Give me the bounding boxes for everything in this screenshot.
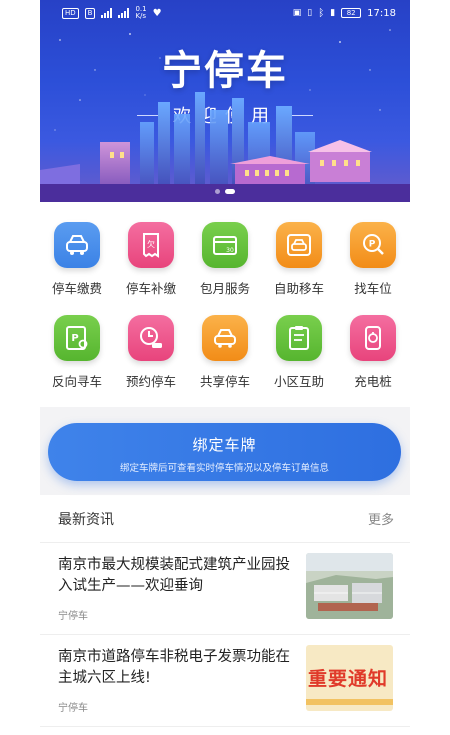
status-time: 17:18 [367,7,396,19]
bind-plate-title: 绑定车牌 [192,436,257,454]
news-item-source: 宁停车 [58,611,88,622]
thumb-stripe [306,699,393,705]
hd-status-icon: HD [62,7,79,19]
news-item-title: 南京市道路停车非税电子发票功能在主城六区上线! [58,649,290,686]
bind-plate-section: 绑定车牌 绑定车牌后可查看实时停车情况以及停车订单信息 [40,407,410,495]
welcome-banner[interactable]: HD B 0.1 K/s ♥ ▣ ▯ ᛒ ▮ 82 17:18 宁停车 欢迎使用 [40,0,410,202]
page-dot[interactable] [215,189,220,194]
news-list-item[interactable]: 南京市最大规模装配式建筑产业园投入试生产——欢迎垂询 宁停车 [40,543,410,635]
alarm-icon: ▮ [330,8,336,18]
news-thumbnail: 重要通知 [306,645,393,711]
b-status-icon: B [84,7,96,19]
charging-pile-icon [350,315,396,361]
reserve-clock-icon [128,315,174,361]
news-section-title: 最新资讯 [58,511,114,528]
page-dot-active[interactable] [225,189,235,194]
service-monthly[interactable]: 30 包月服务 [188,222,262,297]
important-notice-thumb-text: 重要通知 [308,668,389,690]
vibrate-icon: ▯ [307,8,313,18]
signal-icon [118,8,130,18]
service-community-help[interactable]: 小区互助 [262,315,336,390]
bluetooth-icon: ᛒ [318,7,325,19]
service-label: 找车位 [354,281,392,296]
receipt-icon: 欠 [128,222,174,268]
bind-plate-subtitle: 绑定车牌后可查看实时停车情况以及停车订单信息 [119,463,329,474]
service-shared-parking[interactable]: 共享停车 [188,315,262,390]
banner-title: 宁停车 [162,48,288,94]
news-item-title: 南京市最大规模装配式建筑产业园投入试生产——欢迎垂询 [58,557,290,594]
service-label: 停车补缴 [125,281,176,296]
reverse-find-icon: P [54,315,100,361]
service-grid: 停车缴费 欠 停车补缴 30 包月服务 自助移车 P 找车位 P 反向寻车 预约… [40,202,410,407]
service-charging[interactable]: 充电桩 [336,315,410,390]
shield-icon: ♥ [152,7,162,19]
service-label: 包月服务 [199,281,250,296]
banner-page-indicator [40,189,410,194]
move-car-icon [276,222,322,268]
service-label: 充电桩 [354,374,392,389]
community-clipboard-icon [276,315,322,361]
city-skyline-illustration [40,92,410,202]
svg-text:30: 30 [226,247,234,254]
service-move-car[interactable]: 自助移车 [262,222,336,297]
service-reverse-find[interactable]: P 反向寻车 [40,315,114,390]
service-label: 小区互助 [273,374,324,389]
shared-parking-icon [202,315,248,361]
service-parking-payment[interactable]: 停车缴费 [40,222,114,297]
service-label: 共享停车 [199,374,250,389]
svg-text:P: P [369,240,376,250]
service-label: 自助移车 [273,281,324,296]
car-front-icon [54,222,100,268]
monthly-card-icon: 30 [202,222,248,268]
service-label: 停车缴费 [51,281,102,296]
nfc-icon: ▣ [292,8,302,18]
service-label: 反向寻车 [51,374,102,389]
parking-search-icon: P [350,222,396,268]
status-bar: HD B 0.1 K/s ♥ ▣ ▯ ᛒ ▮ 82 17:18 [40,0,410,26]
signal-icon [101,8,113,18]
app-screen: HD B 0.1 K/s ♥ ▣ ▯ ᛒ ▮ 82 17:18 宁停车 欢迎使用 [40,0,410,735]
bind-plate-button[interactable]: 绑定车牌 绑定车牌后可查看实时停车情况以及停车订单信息 [48,423,401,481]
network-speed: 0.1 K/s [135,5,147,20]
svg-text:欠: 欠 [147,239,155,249]
battery-icon: 82 [341,8,362,18]
news-item-source: 宁停车 [58,703,88,714]
news-more-link[interactable]: 更多 [368,509,394,528]
service-label: 预约停车 [125,374,176,389]
service-reserve[interactable]: 预约停车 [114,315,188,390]
svg-text:P: P [71,333,78,344]
service-find-space[interactable]: P 找车位 [336,222,410,297]
industrial-park-photo [306,553,393,619]
news-thumbnail [306,553,393,619]
news-header: 最新资讯 更多 [40,495,410,543]
service-parking-repay[interactable]: 欠 停车补缴 [114,222,188,297]
news-list-item[interactable]: 南京市道路停车非税电子发票功能在主城六区上线! 宁停车 重要通知 [40,635,410,727]
